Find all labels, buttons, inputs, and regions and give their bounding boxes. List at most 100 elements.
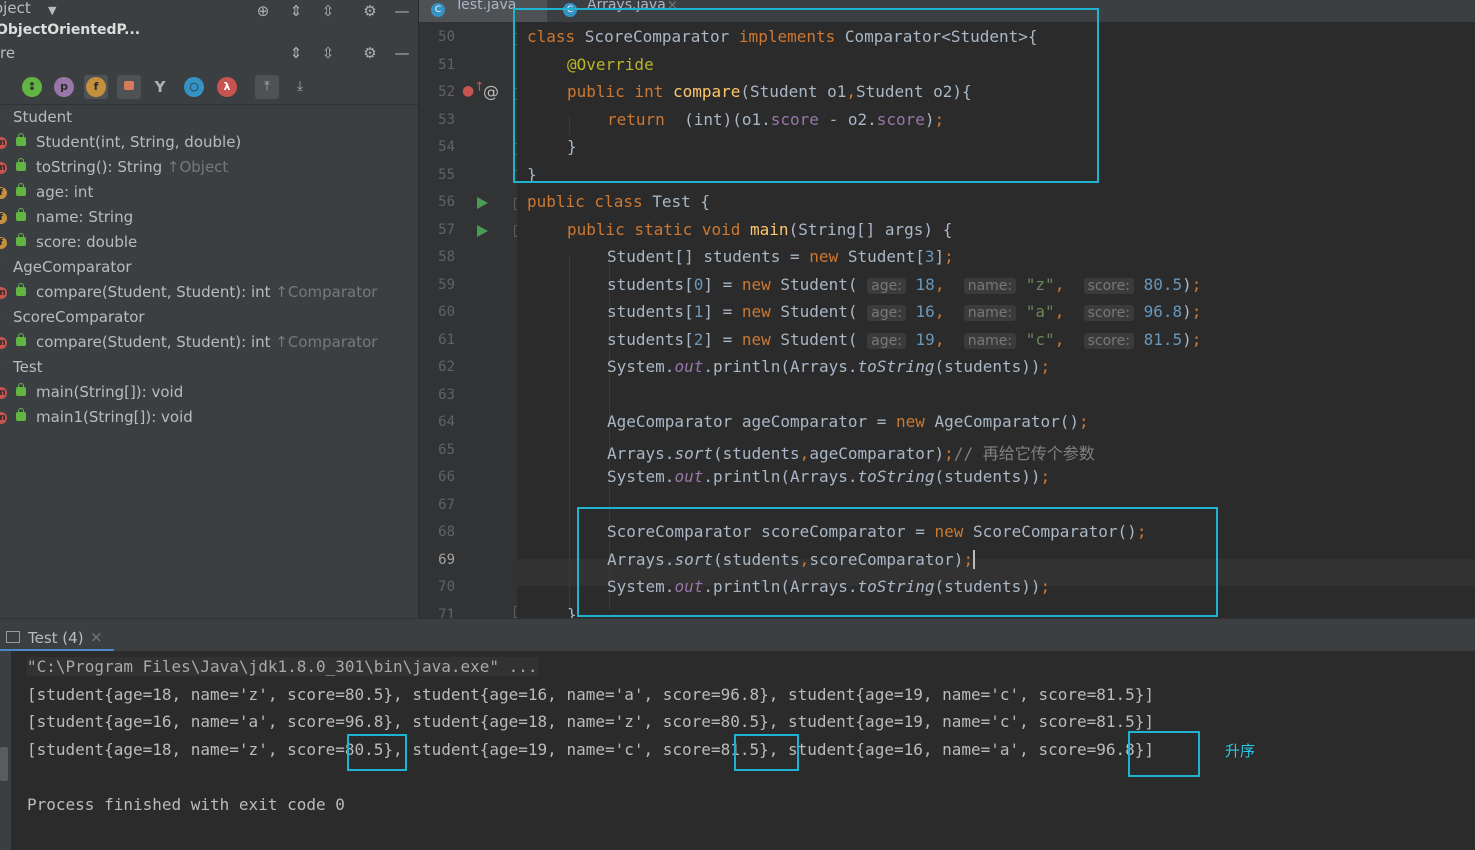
run-main-icon[interactable] bbox=[477, 225, 488, 237]
lambda-icon[interactable]: λ bbox=[217, 77, 237, 97]
tree-item[interactable]: f name: String bbox=[0, 205, 418, 230]
line-number: 56 bbox=[438, 194, 455, 210]
collapse-all-icon[interactable]: ⇳ bbox=[317, 0, 339, 22]
show-fields-button[interactable]: f bbox=[84, 75, 108, 99]
line-number: 53 bbox=[438, 111, 455, 128]
sort-icon[interactable]: ↕ bbox=[22, 77, 42, 97]
line-number: 69 bbox=[438, 551, 455, 568]
chevron-right-icon[interactable]: › bbox=[0, 308, 1, 319]
tree-item[interactable]: m toString(): String ↑Object bbox=[0, 155, 418, 180]
gear-icon[interactable]: ⚙ bbox=[359, 42, 381, 64]
code-line-66: System.out.println(Arrays.toString(stude… bbox=[607, 467, 1051, 486]
run-tab-label: Test (4) bbox=[28, 629, 84, 647]
field-icon: f bbox=[0, 212, 7, 224]
line-number: 62 bbox=[438, 359, 455, 375]
tree-item[interactable]: m compare(Student, Student): int ↑Compara… bbox=[0, 280, 418, 305]
line-number: 55 bbox=[438, 166, 455, 183]
tree-item-label: name: String bbox=[36, 208, 134, 226]
highlight-box-scorecomparator bbox=[513, 8, 1099, 183]
tree-item-inherit: ↑Object bbox=[166, 158, 229, 176]
tab-run-test[interactable]: Test (4) × bbox=[0, 621, 114, 652]
public-lock-icon bbox=[16, 233, 26, 246]
expand-all-icon[interactable]: ⇕ bbox=[285, 42, 307, 64]
line-number: 50 bbox=[438, 29, 455, 45]
locate-icon[interactable]: ⊕ bbox=[252, 0, 274, 22]
code-line-57: public static void main(String[] args) { bbox=[567, 220, 953, 239]
method-icon: m bbox=[0, 137, 7, 149]
highlight-box-sort-call bbox=[577, 507, 1218, 617]
param-hint: age: bbox=[867, 278, 906, 294]
tree-item[interactable]: › Test bbox=[0, 355, 418, 380]
code-line-64: AgeComparator ageComparator = new AgeCom… bbox=[607, 412, 1089, 431]
gear-icon[interactable]: ⚙ bbox=[359, 0, 381, 22]
method-icon: m bbox=[0, 412, 7, 424]
line-number: 65 bbox=[438, 441, 455, 458]
param-hint: age: bbox=[867, 305, 906, 321]
structure-title: re bbox=[0, 44, 16, 62]
code-line-62: System.out.println(Arrays.toString(stude… bbox=[607, 357, 1051, 376]
implements-marker-icon[interactable]: ● bbox=[462, 83, 474, 99]
run-panel-header: Test (4) × bbox=[0, 618, 1475, 652]
run-class-icon[interactable] bbox=[477, 197, 488, 209]
annotation-marker-icon[interactable]: @ bbox=[483, 82, 499, 101]
show-properties-icon[interactable]: p bbox=[54, 77, 74, 97]
public-lock-icon bbox=[16, 408, 26, 421]
line-number: 57 bbox=[438, 221, 455, 238]
method-icon: m bbox=[0, 337, 7, 349]
show-nonpublic-button[interactable] bbox=[117, 75, 141, 99]
expand-all-icon[interactable]: ⇕ bbox=[285, 0, 307, 22]
tree-item-label: score: double bbox=[36, 233, 138, 251]
tree-item[interactable]: › ScoreComparator bbox=[0, 305, 418, 330]
tree-item-inherit: ↑Comparator bbox=[275, 283, 378, 301]
console-icon bbox=[6, 631, 20, 643]
chevron-right-icon[interactable]: › bbox=[0, 258, 1, 269]
field-icon: f bbox=[0, 237, 7, 249]
tree-item-label: compare(Student, Student): int bbox=[36, 283, 276, 301]
structure-filter-bar: ↕ p f Y ○ λ ⤒ ⤓ bbox=[0, 70, 418, 105]
minimize-icon[interactable]: — bbox=[391, 0, 413, 22]
project-title[interactable]: oject bbox=[0, 0, 31, 17]
autoscroll-from-source-button[interactable]: ⤓ bbox=[288, 75, 312, 99]
highlight-box-score-80 bbox=[347, 734, 407, 771]
code-line-60: students[1] = new Student( age: 16, name… bbox=[607, 302, 1202, 321]
lock-icon bbox=[124, 81, 134, 90]
public-lock-icon bbox=[16, 133, 26, 146]
ascending-annotation: 升序 bbox=[1225, 742, 1256, 760]
tree-item[interactable]: f age: int bbox=[0, 180, 418, 205]
line-number: 58 bbox=[438, 249, 455, 265]
anonymous-icon[interactable]: ○ bbox=[184, 77, 204, 97]
collapse-all-icon[interactable]: ⇳ bbox=[317, 42, 339, 64]
project-path[interactable]: ObjectOrientedP... bbox=[0, 22, 140, 38]
public-lock-icon bbox=[16, 333, 26, 346]
close-icon[interactable]: × bbox=[90, 628, 103, 646]
chevron-down-icon[interactable]: ▼ bbox=[48, 4, 56, 17]
tree-item-label: main(String[]): void bbox=[36, 383, 184, 401]
tree-item[interactable]: m main(String[]): void bbox=[0, 380, 418, 405]
line-number: 60 bbox=[438, 304, 455, 320]
public-lock-icon bbox=[16, 158, 26, 171]
code-line-56: public class Test { bbox=[527, 192, 711, 211]
inherited-icon[interactable]: Y bbox=[150, 77, 170, 97]
chevron-right-icon[interactable]: › bbox=[0, 108, 1, 119]
autoscroll-to-source-button[interactable]: ⤒ bbox=[255, 75, 279, 99]
tree-item[interactable]: › AgeComparator bbox=[0, 255, 418, 280]
code-line-71: } bbox=[567, 605, 577, 618]
tree-item[interactable]: m main1(String[]): void bbox=[0, 405, 418, 430]
line-number: 61 bbox=[438, 331, 455, 348]
tree-item[interactable]: f score: double bbox=[0, 230, 418, 255]
structure-panel: oject ▼ ⊕ ⇕ ⇳ ⚙ — ObjectOrientedP... re … bbox=[0, 0, 419, 618]
public-lock-icon bbox=[16, 283, 26, 296]
editor-gutter: 50 51 52 53 54 55 56 57 58 59 60 61 62 63 64 65 66 67 68 69… bbox=[419, 22, 524, 623]
method-icon: m bbox=[0, 287, 7, 299]
tree-item[interactable]: › Student bbox=[0, 105, 418, 130]
code-line-61: students[2] = new Student( age: 19, name… bbox=[607, 330, 1202, 349]
minimize-icon[interactable]: — bbox=[391, 42, 413, 64]
console-exit-line: Process finished with exit code 0 bbox=[27, 795, 345, 814]
field-icon: f bbox=[0, 187, 7, 199]
tree-item[interactable]: m compare(Student, Student): int ↑Compara… bbox=[0, 330, 418, 355]
chevron-right-icon[interactable]: › bbox=[0, 358, 1, 369]
param-hint: name: bbox=[963, 305, 1017, 321]
tree-item[interactable]: m Student(int, String, double) bbox=[0, 130, 418, 155]
line-number: 59 bbox=[438, 276, 455, 293]
scrollbar[interactable] bbox=[0, 747, 8, 781]
